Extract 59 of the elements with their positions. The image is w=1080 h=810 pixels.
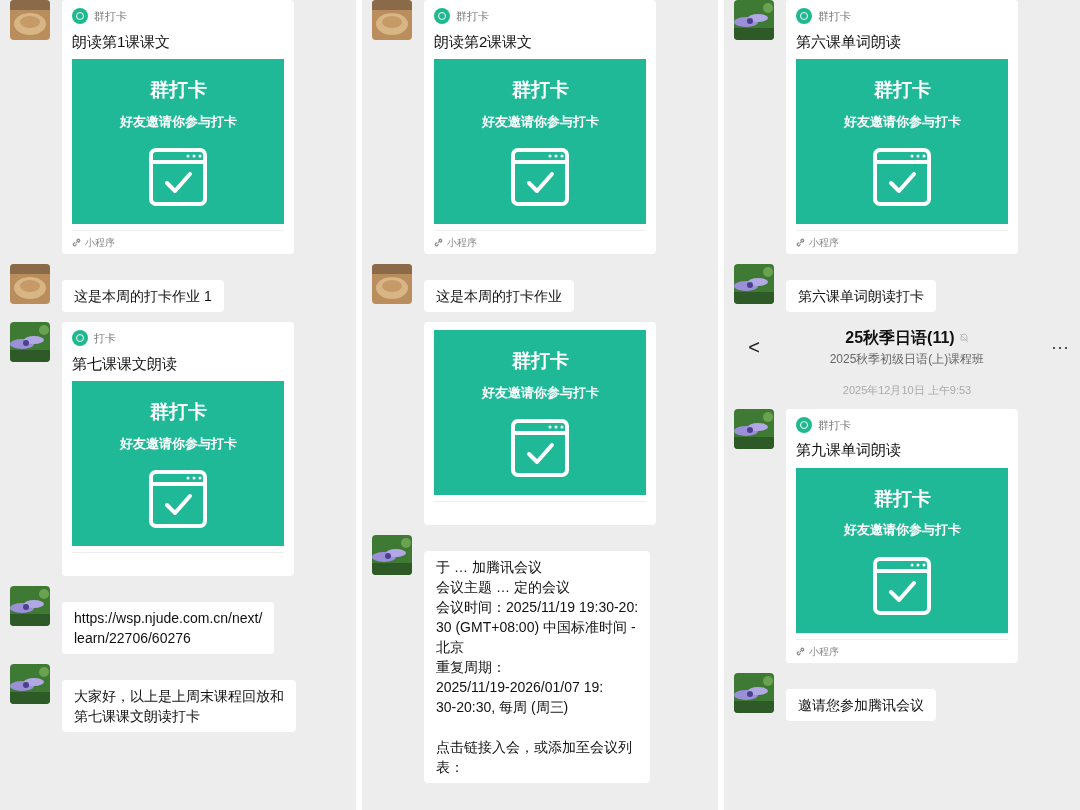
banner-subtitle: 好友邀请你参与打卡 [843,112,961,131]
checklist-window-icon [148,147,208,207]
mini-program-card[interactable]: 群打卡 朗读第1课课文 群打卡 好友邀请你参与打卡 小程序 [62,0,294,254]
app-icon [434,8,450,25]
banner-title: 群打卡 [149,77,207,102]
checklist-window-icon [510,418,570,478]
mini-program-card[interactable]: 打卡 第七课课文朗读 群打卡 好友邀请你参与打卡 [62,322,294,576]
message-bubble: https://wsp.njude.com.cn/next/ learn/22706/60276 [62,602,275,654]
mini-program-card[interactable]: 群打卡 朗读第2课课文 群打卡 好友邀请你参与打卡 小程序 [424,0,656,254]
more-button[interactable]: ··· [1048,333,1072,361]
card-title: 第六课单词朗读 [796,31,902,52]
checklist-window-icon [872,147,932,207]
card-title: 朗读第2课课文 [434,31,534,52]
app-name: 群打卡 [94,9,127,24]
card-footer: 小程序 [809,643,839,659]
message-bubble: 这是本周的打卡作业 1 [62,280,224,312]
mini-program-card[interactable]: 群打卡 第九课单词朗读 群打卡 好友邀请你参与打卡 小程序 [786,408,1018,663]
app-name: 群打卡 [456,9,489,24]
banner-subtitle: 好友邀请你参与打卡 [119,112,237,131]
card-title: 第七课课文朗读 [72,353,178,374]
banner-subtitle: 好友邀请你参与打卡 [481,383,599,402]
app-name: 群打卡 [818,9,851,24]
banner-title: 群打卡 [511,348,569,373]
mini-program-card[interactable]: 群打卡 第六课单词朗读 群打卡 好友邀请你参与打卡 小程序 [786,0,1018,254]
app-icon [796,8,812,25]
card-footer: 小程序 [809,235,839,250]
app-icon [72,330,88,347]
back-button[interactable]: < [742,332,766,362]
message-bubble: 第六课单词朗读打卡 [786,280,936,312]
banner-title: 群打卡 [873,485,931,511]
banner-subtitle: 好友邀请你参与打卡 [481,112,599,131]
banner-title: 群打卡 [873,77,931,102]
app-icon [796,416,812,433]
card-title: 第九课单词朗读 [796,440,902,460]
card-footer: 小程序 [85,235,115,250]
card-footer: 小程序 [447,235,477,250]
link-icon [72,238,81,247]
message-bubble: 这是本周的打卡作业 [424,280,574,312]
group-title: 25秋季日语(11) [845,328,955,348]
checklist-window-icon [148,469,208,529]
checklist-window-icon [510,147,570,207]
link-icon [434,238,443,247]
card-title: 朗读第1课课文 [72,31,172,52]
app-name: 群打卡 [818,417,851,433]
banner-subtitle: 好友邀请你参与打卡 [843,521,961,539]
app-name: 打卡 [94,331,116,346]
banner-subtitle: 好友邀请你参与打卡 [119,434,237,453]
mute-bell-icon [958,333,969,343]
message-bubble: 大家好，以上是上周末课程回放和 第七课课文朗读打卡 [62,680,296,732]
banner-title: 群打卡 [511,77,569,102]
link-icon [796,238,805,247]
app-icon [72,8,88,25]
message-bubble: 邀请您参加腾讯会议 [786,688,936,721]
banner-title: 群打卡 [149,399,207,424]
group-subtitle: 2025秋季初级日语(上)课程班 [829,351,985,368]
link-icon [796,646,805,656]
timestamp: 2025年12月10日 上午9:53 [842,383,972,398]
message-bubble: 于 … 加腾讯会议 会议主题 … 定的会议 会议时间：2025/11/19 19:30-20: 30 (GMT+08:00) 中国标准时间 - 北京 重复周期： 2025/11/19-2026/01/07 19: 30-20:30, 每周 (周三) 点击链接入会，或添加至会议列 表： [424,551,651,783]
checklist-window-icon [872,555,932,616]
